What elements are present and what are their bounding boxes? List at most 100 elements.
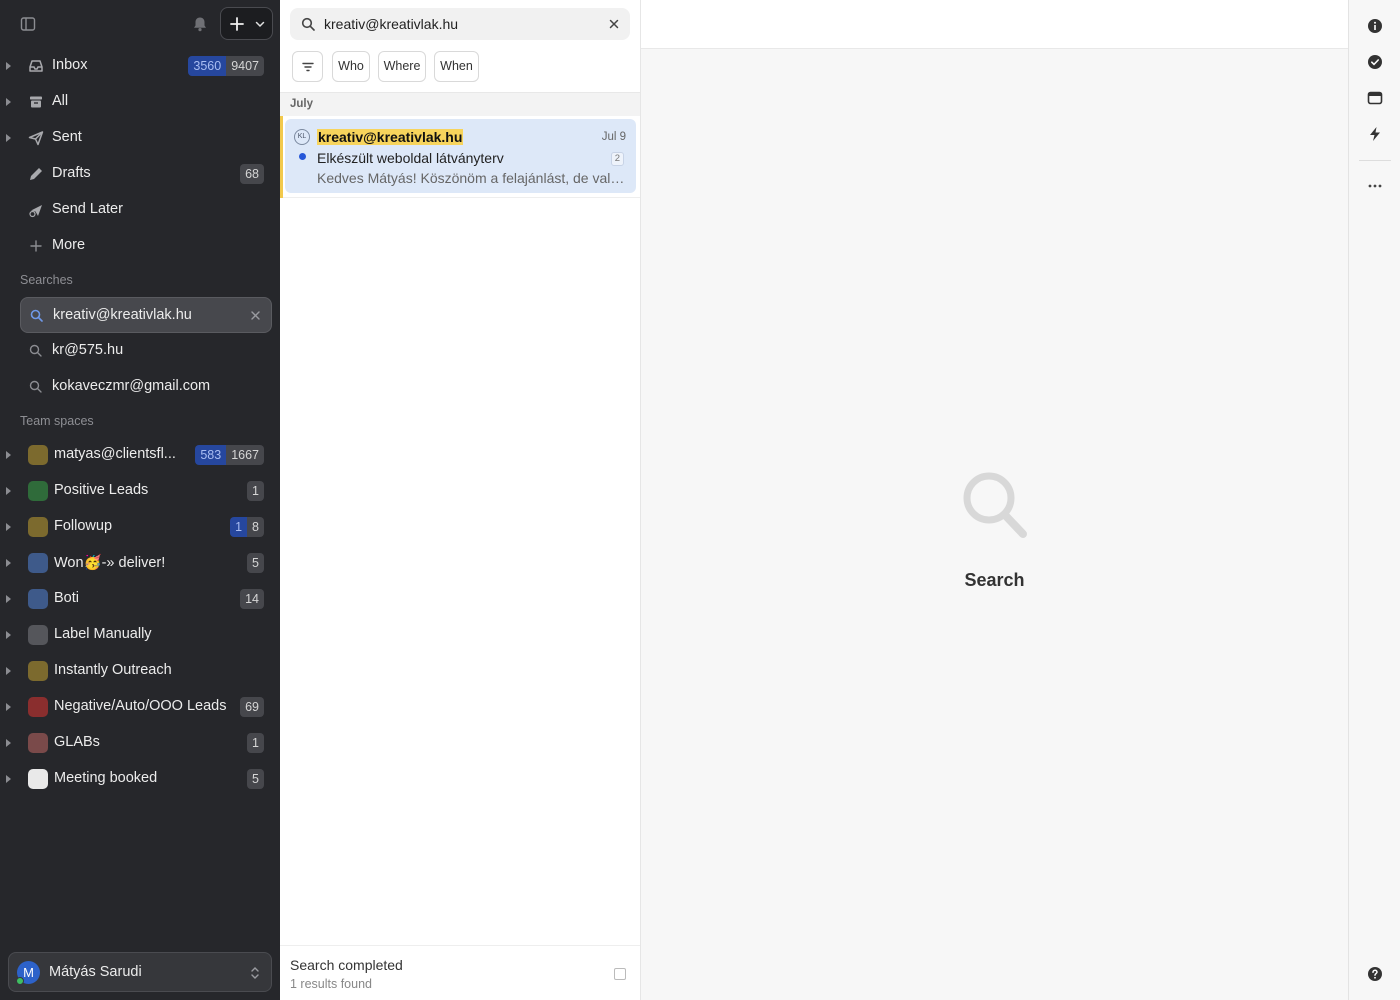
searches-heading: Searches xyxy=(20,273,73,287)
calendar-icon[interactable] xyxy=(1367,90,1383,106)
expand-caret-icon[interactable] xyxy=(6,775,11,783)
plus-icon xyxy=(30,240,42,252)
check-circle-icon[interactable] xyxy=(1367,54,1383,70)
help-icon[interactable] xyxy=(1367,966,1383,982)
sidebar-item-inbox[interactable]: Inbox 3560 9407 xyxy=(0,48,280,84)
search-input[interactable]: kreativ@kreativlak.hu xyxy=(290,8,630,40)
user-name: Mátyás Sarudi xyxy=(49,964,142,980)
unread-count: 3560 xyxy=(188,56,227,76)
team-space-label: Negative/Auto/OOO Leads xyxy=(54,698,227,714)
total-count: 5 xyxy=(247,553,264,573)
more-icon[interactable] xyxy=(1367,178,1383,194)
team-space-item[interactable]: Negative/Auto/OOO Leads 69 xyxy=(0,689,280,725)
bell-icon[interactable] xyxy=(191,15,209,33)
calendar-icon xyxy=(28,769,48,789)
sidebar: Inbox 3560 9407 All Sent Drafts 68 Send … xyxy=(0,0,280,1000)
sidebar-item-send-later[interactable]: Send Later xyxy=(0,192,280,228)
unread-count: 583 xyxy=(195,445,227,465)
count-badge: 583 1667 xyxy=(195,445,264,465)
reading-pane: Search xyxy=(641,0,1348,1000)
message-subject: Elkészült weboldal látványterv xyxy=(317,150,504,166)
team-space-item[interactable]: matyas@clientsfl... 583 1667 xyxy=(0,437,280,473)
expand-caret-icon[interactable] xyxy=(6,523,11,531)
message-card[interactable]: KL kreativ@kreativlak.hu Jul 9 Elkészült… xyxy=(285,119,636,193)
expand-caret-icon[interactable] xyxy=(6,703,11,711)
team-space-label: GLABs xyxy=(54,734,100,750)
date-group-label: July xyxy=(290,98,314,110)
sidebar-item-label: All xyxy=(52,93,69,109)
expand-caret-icon[interactable] xyxy=(6,559,11,567)
info-icon[interactable] xyxy=(1367,18,1383,34)
search-icon xyxy=(301,17,315,31)
send-icon xyxy=(28,131,44,146)
sidebar-item-more[interactable]: More xyxy=(0,228,280,264)
search-query: kreativ@kreativlak.hu xyxy=(324,16,459,32)
team-icon xyxy=(28,517,48,537)
filter-when-button[interactable]: When xyxy=(434,51,479,82)
sidebar-item-sent[interactable]: Sent xyxy=(0,120,280,156)
lightning-icon[interactable] xyxy=(1367,126,1383,142)
total-count: 1 xyxy=(247,733,264,753)
unread-dot[interactable] xyxy=(299,153,306,160)
empty-state-label: Search xyxy=(964,570,1025,590)
sidebar-item-drafts[interactable]: Drafts 68 xyxy=(0,156,280,192)
team-space-item[interactable]: Won🥳-» deliver! 5 xyxy=(0,545,280,581)
team-space-label: Boti xyxy=(54,590,79,606)
count-badge: 1 xyxy=(247,733,264,753)
message-list-pane: kreativ@kreativlak.hu Who Where When Jul… xyxy=(280,0,641,1000)
message-row[interactable]: KL kreativ@kreativlak.hu Jul 9 Elkészült… xyxy=(280,116,640,198)
filter-icon xyxy=(301,62,314,72)
team-space-item[interactable]: Label Manually xyxy=(0,617,280,653)
rail-divider xyxy=(1359,160,1391,161)
send-later-icon xyxy=(29,205,42,218)
sidebar-item-label: More xyxy=(52,237,86,253)
expand-caret-icon[interactable] xyxy=(6,595,11,603)
team-space-item[interactable]: Meeting booked 5 xyxy=(0,761,280,797)
filter-where-button[interactable]: Where xyxy=(378,51,426,82)
count-badge: 1 xyxy=(247,481,264,501)
total-count: 8 xyxy=(247,517,264,537)
date-group-header: July xyxy=(280,92,640,116)
chevron-down-icon[interactable] xyxy=(254,18,266,30)
account-switcher[interactable]: M Mátyás Sarudi xyxy=(8,952,272,992)
count-badge: 3560 9407 xyxy=(188,56,264,76)
sidebar-toggle-icon[interactable] xyxy=(19,15,37,33)
collapse-icon[interactable] xyxy=(614,968,626,980)
team-space-label: Label Manually xyxy=(54,626,152,642)
team-space-item[interactable]: Boti 14 xyxy=(0,581,280,617)
filter-button[interactable] xyxy=(292,51,323,82)
expand-caret-icon[interactable] xyxy=(6,451,11,459)
right-rail xyxy=(1348,0,1400,1000)
search-icon xyxy=(963,472,1027,538)
team-space-item[interactable]: GLABs 1 xyxy=(0,725,280,761)
close-icon[interactable] xyxy=(609,19,619,29)
sender-avatar: KL xyxy=(294,129,310,145)
expand-caret-icon[interactable] xyxy=(6,98,11,106)
total-count: 69 xyxy=(240,697,264,717)
expand-caret-icon[interactable] xyxy=(6,667,11,675)
expand-caret-icon[interactable] xyxy=(6,487,11,495)
team-space-item[interactable]: Followup 1 8 xyxy=(0,509,280,545)
team-space-label: matyas@clientsfl... xyxy=(54,446,176,462)
total-count: 14 xyxy=(240,589,264,609)
expand-caret-icon[interactable] xyxy=(6,739,11,747)
sidebar-toolbar xyxy=(0,0,280,48)
count-badge: 69 xyxy=(240,697,264,717)
chevron-up-down-icon xyxy=(251,967,259,979)
close-icon[interactable] xyxy=(250,310,261,321)
selection-accent xyxy=(280,116,283,198)
team-space-item[interactable]: Positive Leads 1 xyxy=(0,473,280,509)
team-space-item[interactable]: Instantly Outreach xyxy=(0,653,280,689)
sidebar-item-label: Inbox xyxy=(52,57,88,73)
search-status-bar: Search completed 1 results found xyxy=(280,945,640,1000)
compose-button[interactable] xyxy=(220,7,273,40)
expand-caret-icon[interactable] xyxy=(6,62,11,70)
saved-search-item[interactable]: kreativ@kreativlak.hu xyxy=(20,297,272,333)
team-icon xyxy=(28,589,48,609)
sidebar-item-all[interactable]: All xyxy=(0,84,280,120)
expand-caret-icon[interactable] xyxy=(6,134,11,142)
saved-search-item[interactable]: kr@575.hu xyxy=(20,333,272,369)
saved-search-item[interactable]: kokaveczmr@gmail.com xyxy=(20,369,272,405)
expand-caret-icon[interactable] xyxy=(6,631,11,639)
filter-who-button[interactable]: Who xyxy=(332,51,370,82)
